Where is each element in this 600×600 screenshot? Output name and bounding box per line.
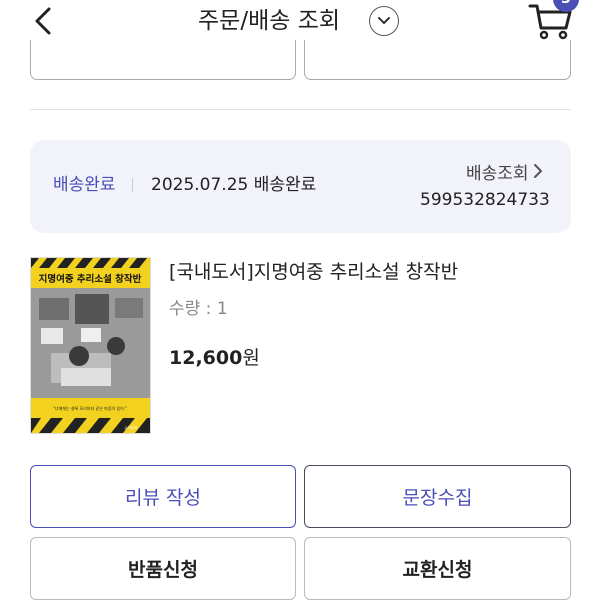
section-divider — [30, 109, 571, 110]
price-currency: 원 — [242, 347, 260, 369]
track-delivery-link[interactable]: 배송조회 — [466, 159, 543, 184]
cover-quote-text: "너에게는 셜록 모리아티 같은 마음이 있어." — [53, 405, 127, 411]
title-dropdown-button[interactable] — [369, 6, 399, 36]
delivery-date: 2025.07.25 배송완료 — [151, 175, 317, 195]
chevron-left-icon — [35, 7, 51, 35]
previous-action-button-right[interactable] — [304, 40, 571, 80]
track-delivery-label: 배송조회 — [466, 163, 529, 184]
page-title: 주문/배송 조회 — [198, 8, 341, 34]
cover-publisher-text: 슈크림북 — [125, 425, 139, 430]
cover-title-text: 지명여중 추리소설 창작반 — [39, 273, 142, 285]
product-title[interactable]: [국내도서]지명여중 추리소설 창작반 — [169, 258, 458, 286]
exchange-request-button[interactable]: 교환신청 — [304, 537, 571, 600]
previous-action-button-left[interactable] — [30, 40, 296, 80]
back-button[interactable] — [28, 4, 58, 38]
return-request-button[interactable]: 반품신청 — [30, 537, 296, 600]
status-separator — [132, 178, 133, 192]
tracking-number: 599532824733 — [420, 190, 550, 210]
delivery-status-label: 배송완료 — [53, 175, 116, 195]
collect-quote-button[interactable]: 문장수집 — [304, 465, 571, 528]
product-price: 12,600원 — [169, 344, 260, 372]
chevron-right-icon — [533, 164, 542, 178]
price-value: 12,600 — [169, 347, 243, 369]
product-quantity: 수량 : 1 — [169, 299, 228, 319]
write-review-button[interactable]: 리뷰 작성 — [30, 465, 296, 528]
chevron-down-icon — [378, 17, 390, 24]
book-cover-image[interactable]: 지명여중 추리소설 창작반 "너에게는 셜록 모리아티 같은 마음이 있어." … — [30, 257, 151, 434]
